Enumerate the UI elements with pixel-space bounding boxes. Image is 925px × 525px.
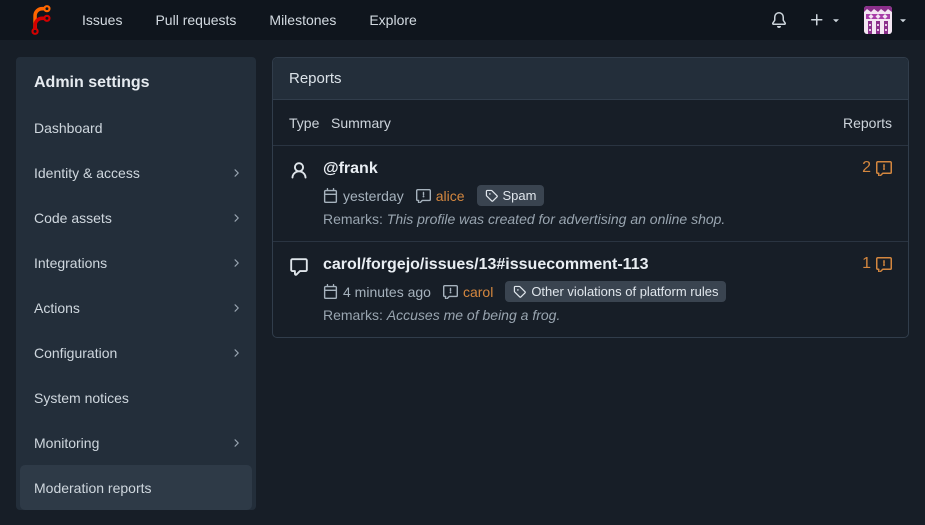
comment-icon (289, 254, 323, 325)
report-meta: yesterday alice Spam (323, 185, 802, 206)
notifications-bell-icon[interactable] (771, 12, 787, 28)
panel-title: Reports (273, 58, 908, 100)
top-navbar: Issues Pull requests Milestones Explore (0, 0, 925, 40)
chevron-right-icon (230, 167, 242, 179)
chevron-down-icon (830, 14, 842, 26)
sidebar-item-system-notices[interactable]: System notices (16, 375, 256, 420)
chevron-right-icon (230, 347, 242, 359)
report-remarks: Remarks: This profile was created for ad… (323, 210, 802, 229)
tag-icon (513, 285, 526, 298)
report-time: 4 minutes ago (323, 282, 431, 302)
report-row: carol/forgejo/issues/13#issuecomment-113… (273, 242, 908, 337)
sidebar-item-actions[interactable]: Actions (16, 285, 256, 330)
report-title-link[interactable]: carol/forgejo/issues/13#issuecomment-113 (323, 254, 802, 276)
reports-table-header: Type Summary Reports (273, 100, 908, 146)
tag-icon (485, 189, 498, 202)
sidebar-item-moderation-reports[interactable]: Moderation reports (20, 465, 252, 510)
main-content: Reports Type Summary Reports @frank yest… (272, 57, 909, 338)
sidebar-item-identity-access[interactable]: Identity & access (16, 150, 256, 195)
column-header-type: Type (289, 115, 323, 131)
user-menu-dropdown[interactable] (864, 6, 909, 34)
chevron-right-icon (230, 257, 242, 269)
sidebar-item-integrations[interactable]: Integrations (16, 240, 256, 285)
report-category-label: Other violations of platform rules (505, 281, 726, 302)
chevron-right-icon (230, 302, 242, 314)
report-icon (443, 284, 458, 299)
report-remarks: Remarks: Accuses me of being a frog. (323, 306, 802, 325)
calendar-icon (323, 188, 338, 203)
report-icon (876, 256, 892, 272)
report-reporter: carol (443, 282, 493, 302)
nav-link-explore[interactable]: Explore (369, 12, 416, 28)
navbar-right (771, 6, 909, 34)
column-header-reports: Reports (802, 115, 892, 131)
report-summary: @frank yesterday alice Spam (323, 158, 802, 229)
report-time: yesterday (323, 186, 404, 206)
report-icon (876, 160, 892, 176)
sidebar-item-code-assets[interactable]: Code assets (16, 195, 256, 240)
reports-panel: Reports Type Summary Reports @frank yest… (272, 57, 909, 338)
reporter-link[interactable]: carol (463, 282, 493, 302)
report-count-link[interactable]: 2 (802, 158, 892, 229)
report-reporter: alice (416, 186, 465, 206)
plus-icon (809, 12, 825, 28)
report-row: @frank yesterday alice Spam (273, 146, 908, 242)
chevron-right-icon (230, 437, 242, 449)
report-meta: 4 minutes ago carol Other violations of … (323, 281, 802, 302)
report-count-link[interactable]: 1 (802, 254, 892, 325)
report-summary: carol/forgejo/issues/13#issuecomment-113… (323, 254, 802, 325)
nav-link-milestones[interactable]: Milestones (269, 12, 336, 28)
sidebar-title: Admin settings (16, 57, 256, 105)
nav-link-issues[interactable]: Issues (82, 12, 122, 28)
nav-link-pull-requests[interactable]: Pull requests (155, 12, 236, 28)
admin-settings-sidebar: Admin settings Dashboard Identity & acce… (16, 57, 256, 510)
main-nav: Issues Pull requests Milestones Explore (82, 12, 417, 28)
report-title-link[interactable]: @frank (323, 158, 802, 180)
report-icon (416, 188, 431, 203)
sidebar-item-configuration[interactable]: Configuration (16, 330, 256, 375)
reporter-link[interactable]: alice (436, 186, 465, 206)
chevron-right-icon (230, 212, 242, 224)
user-avatar (864, 6, 892, 34)
forgejo-logo-icon[interactable] (26, 5, 56, 35)
sidebar-item-monitoring[interactable]: Monitoring (16, 420, 256, 465)
sidebar-item-dashboard[interactable]: Dashboard (16, 105, 256, 150)
page-layout: Admin settings Dashboard Identity & acce… (0, 40, 925, 510)
report-category-label: Spam (477, 185, 545, 206)
create-new-dropdown[interactable] (809, 12, 842, 28)
chevron-down-icon (897, 14, 909, 26)
calendar-icon (323, 284, 338, 299)
column-header-summary: Summary (323, 115, 802, 131)
person-icon (289, 158, 323, 229)
